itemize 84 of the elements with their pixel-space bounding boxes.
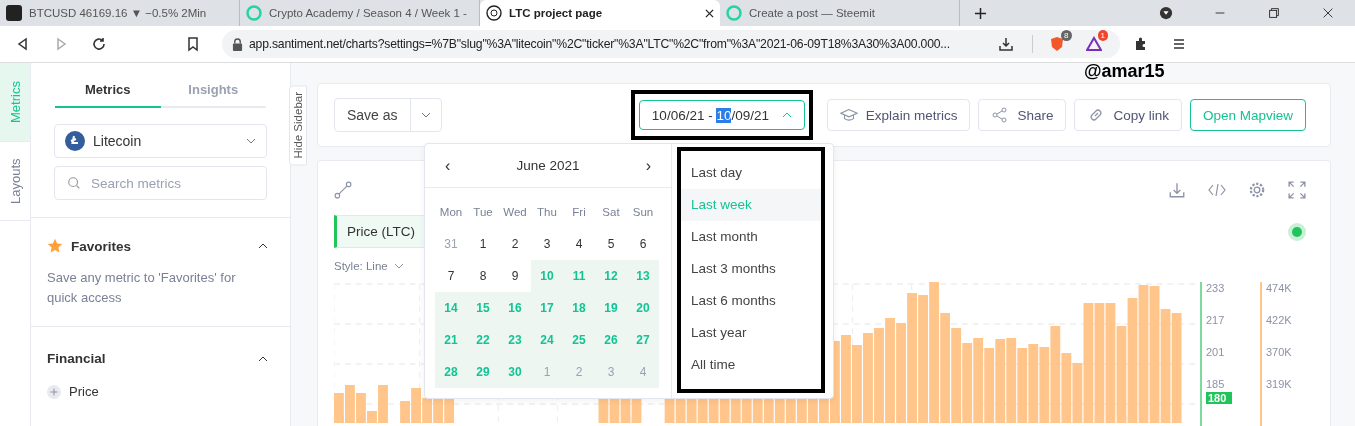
star-icon — [47, 238, 63, 254]
status-dot-icon — [1292, 226, 1302, 237]
axis-label: 217 — [1206, 314, 1226, 326]
section-title: Financial — [47, 351, 107, 366]
coin-logo-icon — [486, 5, 502, 21]
metric-item[interactable]: Price — [69, 384, 99, 399]
copy-link-button[interactable]: Copy link — [1074, 99, 1182, 131]
calendar-day[interactable]: 1 — [467, 228, 499, 260]
weekday-label: Thu — [536, 205, 558, 220]
calendar-day[interactable]: 4 — [563, 228, 595, 260]
price-label: 180 — [1206, 392, 1232, 404]
share-button[interactable]: Share — [978, 99, 1067, 131]
hide-sidebar-tab[interactable]: Hide Sidebar — [289, 85, 307, 166]
calendar-day[interactable]: 9 — [499, 260, 531, 292]
weekday-label: Tue — [472, 205, 494, 220]
weekday-label: Sat — [601, 205, 621, 220]
previous-month-button[interactable]: ‹ — [445, 156, 451, 175]
collapse-icon[interactable] — [258, 243, 268, 249]
chevron-down-icon — [246, 138, 256, 144]
range-option[interactable]: Last year — [681, 317, 821, 349]
browser-tab[interactable]: Create a post — Steemit — [720, 0, 960, 26]
chevron-down-icon — [393, 263, 404, 269]
save-as-button[interactable]: Save as — [334, 98, 442, 132]
settings-icon[interactable] — [1248, 181, 1266, 199]
shield-extension-icon[interactable] — [1049, 36, 1066, 52]
sidebar-tab[interactable]: Metrics — [55, 75, 161, 108]
annotation-text: @amar15 — [1084, 61, 1165, 82]
chevron-up-icon — [781, 112, 792, 118]
range-option[interactable]: Last month — [681, 221, 821, 253]
weekday-label: Mon — [438, 205, 464, 220]
close-icon[interactable] — [1321, 6, 1335, 20]
axis-label: 422K — [1266, 314, 1293, 326]
triangle-extension-icon[interactable] — [1085, 36, 1102, 52]
calendar-day[interactable]: 3 — [531, 228, 563, 260]
calendar-day[interactable]: 8 — [467, 260, 499, 292]
style-dropdown[interactable]: Style: Line — [334, 260, 404, 272]
lock-icon — [232, 37, 243, 51]
profile-menu-icon[interactable] — [1159, 6, 1173, 20]
axis-label: 370K — [1266, 346, 1293, 358]
calendar-day[interactable]: 7 — [435, 260, 467, 292]
rail-tab[interactable]: Layouts — [0, 142, 30, 221]
url-text: app.santiment.net/charts?settings=%7B"slug"%3A"litecoin"%2C"ticker"%3A"LTC"%2C"from"%3A"2021-06-09T18%3A30%3A00.000... — [249, 37, 951, 51]
explain-metrics-button[interactable]: Explain metrics — [826, 99, 971, 131]
calendar-day[interactable]: 2 — [499, 228, 531, 260]
calendar-day[interactable]: 6 — [627, 228, 659, 260]
embed-code-icon[interactable] — [1208, 181, 1226, 199]
collapse-icon[interactable] — [258, 355, 268, 362]
search-icon — [67, 176, 81, 190]
browser-tab[interactable]: LTC project page — [480, 0, 720, 26]
axis-label: 233 — [1206, 282, 1226, 294]
axis-label: 185 — [1206, 378, 1226, 390]
new-tab-icon[interactable] — [974, 6, 987, 20]
chart-logo-icon — [6, 5, 22, 21]
next-month-button[interactable]: › — [645, 156, 651, 175]
fullscreen-icon[interactable] — [1288, 181, 1306, 199]
coin-icon — [65, 131, 85, 151]
search-field[interactable]: Search metrics — [54, 166, 267, 200]
favorites-hint: Save any metric to 'Favorites' for quick access — [47, 269, 237, 307]
graduation-cap-icon — [839, 107, 858, 123]
share-icon — [991, 107, 1010, 123]
download-icon[interactable] — [1168, 181, 1186, 199]
extension-badge: 8 — [1061, 30, 1072, 41]
axis-label: 474K — [1266, 282, 1293, 294]
range-option[interactable]: Last 6 months — [681, 285, 821, 317]
asset-dropdown[interactable]: Litecoin — [54, 124, 267, 158]
axis-label: 201 — [1206, 346, 1226, 358]
month-title: June 2021 — [516, 158, 580, 173]
ring-logo-icon — [246, 5, 262, 21]
axis-label: 319K — [1266, 378, 1293, 390]
weekday-label: Fri — [571, 205, 587, 220]
range-option[interactable]: Last 3 months — [681, 253, 821, 285]
address-bar[interactable]: app.santiment.net/charts?settings=%7B"slug"%3A"litecoin"%2C"ticker"%3A"LTC"%2C"from"%3A"2021-06-09T18%3A30%3A00.000... 8 1 — [222, 30, 1120, 58]
restore-icon[interactable] — [1267, 6, 1281, 20]
close-icon[interactable] — [705, 8, 714, 18]
extension-badge: 1 — [1097, 30, 1108, 41]
calendar-day[interactable]: 5 — [595, 228, 627, 260]
browser-tab[interactable]: BTCUSD 46169.16 ▼ −0.5% 2Min — [0, 0, 240, 26]
weekday-label: Sun — [631, 205, 655, 220]
section-title: Favorites — [71, 238, 133, 254]
range-option[interactable]: All time — [681, 349, 821, 381]
ring-logo-icon — [726, 5, 742, 21]
weekday-label: Wed — [502, 205, 528, 220]
range-option[interactable]: Last day — [681, 157, 821, 189]
connector-icon[interactable] — [334, 181, 352, 199]
